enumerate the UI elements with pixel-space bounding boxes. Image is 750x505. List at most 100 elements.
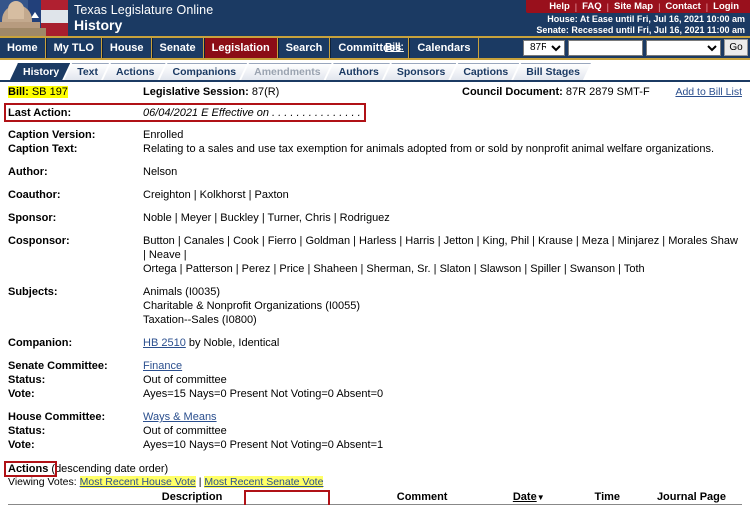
subjects-value: Animals (I0035) Charitable & Nonprofit O… bbox=[143, 285, 742, 327]
senate-status-label: Status: bbox=[8, 374, 46, 386]
house-vote-label: Vote: bbox=[8, 439, 35, 451]
senate-status-text: Senate: Recessed until Fri, Jul 16, 2021… bbox=[536, 24, 745, 35]
actions-section-header: Actions (descending date order) bbox=[4, 461, 742, 477]
actions-title: Actions bbox=[8, 463, 49, 475]
caption-version-row: Caption Version: Enrolled bbox=[8, 128, 742, 142]
tab-bill-stages[interactable]: Bill Stages bbox=[513, 63, 591, 80]
login-link[interactable]: Login bbox=[708, 1, 744, 12]
col-time[interactable]: Time bbox=[573, 490, 641, 505]
contact-link[interactable]: Contact bbox=[660, 1, 705, 12]
tab-label: Companions bbox=[172, 66, 237, 78]
coauthor-value: Creighton | Kolkhorst | Paxton bbox=[143, 189, 289, 201]
site-map-link[interactable]: Site Map bbox=[609, 1, 658, 12]
site-header: Texas Legislature Online History Help | … bbox=[0, 0, 750, 36]
nav-item-house[interactable]: House bbox=[101, 38, 152, 58]
actions-order-note: (descending date order) bbox=[51, 463, 169, 475]
add-to-bill-list: Add to Bill List bbox=[675, 86, 742, 98]
tab-label: Actions bbox=[116, 66, 155, 78]
viewing-votes-label: Viewing Votes: bbox=[8, 476, 77, 488]
house-status-row: Status: Out of committee bbox=[8, 424, 742, 438]
site-title: Texas Legislature Online bbox=[74, 3, 214, 17]
session-label: Legislative Session: bbox=[143, 86, 249, 98]
bill-number-value: SB 197 bbox=[31, 86, 68, 98]
sort-descending-icon: ▼ bbox=[536, 493, 545, 502]
subject-item: Taxation--Sales (I0800) bbox=[143, 314, 257, 326]
sponsor-row: Sponsor: Noble | Meyer | Buckley | Turne… bbox=[8, 211, 742, 225]
col-date-label: Date bbox=[512, 491, 537, 503]
legislative-session: Legislative Session: 87(R) bbox=[143, 86, 279, 98]
tab-companions[interactable]: Companions bbox=[160, 63, 248, 80]
viewing-votes-row: Viewing Votes: Most Recent House Vote | … bbox=[8, 476, 742, 488]
house-status-value: Out of committee bbox=[143, 425, 227, 437]
subjects-row: Subjects: Animals (I0035) Charitable & N… bbox=[8, 285, 742, 327]
bill-type-select[interactable] bbox=[646, 39, 721, 56]
chamber-status: House: At Ease until Fri, Jul 16, 2021 1… bbox=[536, 14, 745, 35]
companion-bill-link[interactable]: HB 2510 bbox=[143, 337, 186, 349]
council-value: 87R 2879 SMT-F bbox=[565, 86, 650, 98]
votes-separator: | bbox=[198, 476, 202, 488]
tab-label: History bbox=[23, 66, 60, 78]
tab-text[interactable]: Text bbox=[64, 63, 109, 80]
tab-history[interactable]: History bbox=[10, 63, 70, 80]
author-value: Nelson bbox=[143, 166, 178, 178]
tab-label: Text bbox=[77, 66, 98, 78]
bill-number-input[interactable] bbox=[568, 39, 643, 56]
house-committee-row: House Committee: Ways & Means bbox=[8, 410, 742, 424]
coauthor-row: Coauthor: Creighton | Kolkhorst | Paxton bbox=[8, 188, 742, 202]
tab-label: Sponsors bbox=[396, 66, 446, 78]
nav-item-legislation[interactable]: Legislation bbox=[203, 38, 278, 58]
senate-committee-link[interactable]: Finance bbox=[143, 360, 182, 372]
nav-item-my-tlo[interactable]: My TLO bbox=[45, 38, 102, 58]
house-status-text: House: At Ease until Fri, Jul 16, 2021 1… bbox=[547, 14, 745, 24]
tab-sponsors[interactable]: Sponsors bbox=[384, 63, 456, 80]
senate-committee-row: Senate Committee: Finance bbox=[8, 359, 742, 373]
main-navigation: Home My TLO House Senate Legislation Sea… bbox=[0, 38, 750, 58]
tab-label: Captions bbox=[463, 66, 509, 78]
house-committee-label: House Committee: bbox=[8, 411, 106, 423]
add-to-bill-list-link[interactable]: Add to Bill List bbox=[675, 86, 742, 98]
tab-label: Amendments bbox=[254, 66, 321, 78]
help-link[interactable]: Help bbox=[544, 1, 575, 12]
bill-details: Last Action: 06/04/2021 E Effective on .… bbox=[0, 103, 750, 505]
tab-label: Bill Stages bbox=[526, 66, 580, 78]
tab-actions[interactable]: Actions bbox=[103, 63, 166, 80]
house-committee-link[interactable]: Ways & Means bbox=[143, 411, 217, 423]
nav-label: My TLO bbox=[53, 42, 94, 54]
col-date[interactable]: Date▼ bbox=[483, 490, 574, 505]
council-document: Council Document: 87R 2879 SMT-F bbox=[462, 86, 650, 98]
most-recent-senate-vote-link[interactable]: Most Recent Senate Vote bbox=[204, 476, 324, 488]
nav-label: Senate bbox=[159, 42, 196, 54]
tab-authors[interactable]: Authors bbox=[326, 63, 390, 80]
most-recent-house-vote-link[interactable]: Most Recent House Vote bbox=[79, 476, 196, 488]
tab-amendments: Amendments bbox=[241, 63, 332, 80]
caption-version-value: Enrolled bbox=[143, 129, 184, 141]
nav-label: Search bbox=[285, 42, 323, 54]
nav-item-home[interactable]: Home bbox=[0, 38, 46, 58]
col-journal-page[interactable]: Journal Page bbox=[640, 490, 742, 505]
nav-item-senate[interactable]: Senate bbox=[151, 38, 204, 58]
bill-detail-tabs: History Text Actions Companions Amendmen… bbox=[0, 60, 750, 80]
nav-label: House bbox=[109, 42, 144, 54]
faq-link[interactable]: FAQ bbox=[577, 1, 607, 12]
col-description[interactable]: Description bbox=[23, 490, 361, 505]
council-label: Council Document: bbox=[462, 86, 563, 98]
nav-label: Home bbox=[7, 42, 38, 54]
col-comment[interactable]: Comment bbox=[360, 490, 484, 505]
subject-item: Animals (I0035) bbox=[143, 286, 221, 298]
tab-captions[interactable]: Captions bbox=[450, 63, 519, 80]
bill-number-display: Bill: SB 197 bbox=[8, 86, 68, 98]
caption-text-label: Caption Text: bbox=[8, 143, 78, 155]
senate-status-row: Status: Out of committee bbox=[8, 373, 742, 387]
actions-table: Description Comment Date▼ Time Journal P… bbox=[8, 490, 742, 505]
author-label: Author: bbox=[8, 166, 48, 178]
col-code bbox=[8, 490, 24, 505]
companion-row: Companion: HB 2510 by Noble, Identical bbox=[8, 336, 742, 350]
senate-status-value: Out of committee bbox=[143, 374, 227, 386]
senate-vote-value: Ayes=15 Nays=0 Present Not Voting=0 Abse… bbox=[143, 388, 384, 400]
nav-label: Legislation bbox=[211, 42, 270, 54]
go-button[interactable]: Go bbox=[724, 39, 748, 56]
session-select[interactable]: 87R bbox=[523, 39, 565, 56]
last-action-row: Last Action: 06/04/2021 E Effective on .… bbox=[4, 103, 742, 122]
nav-item-search[interactable]: Search bbox=[277, 38, 331, 58]
bill-label: Bill: bbox=[8, 86, 29, 98]
